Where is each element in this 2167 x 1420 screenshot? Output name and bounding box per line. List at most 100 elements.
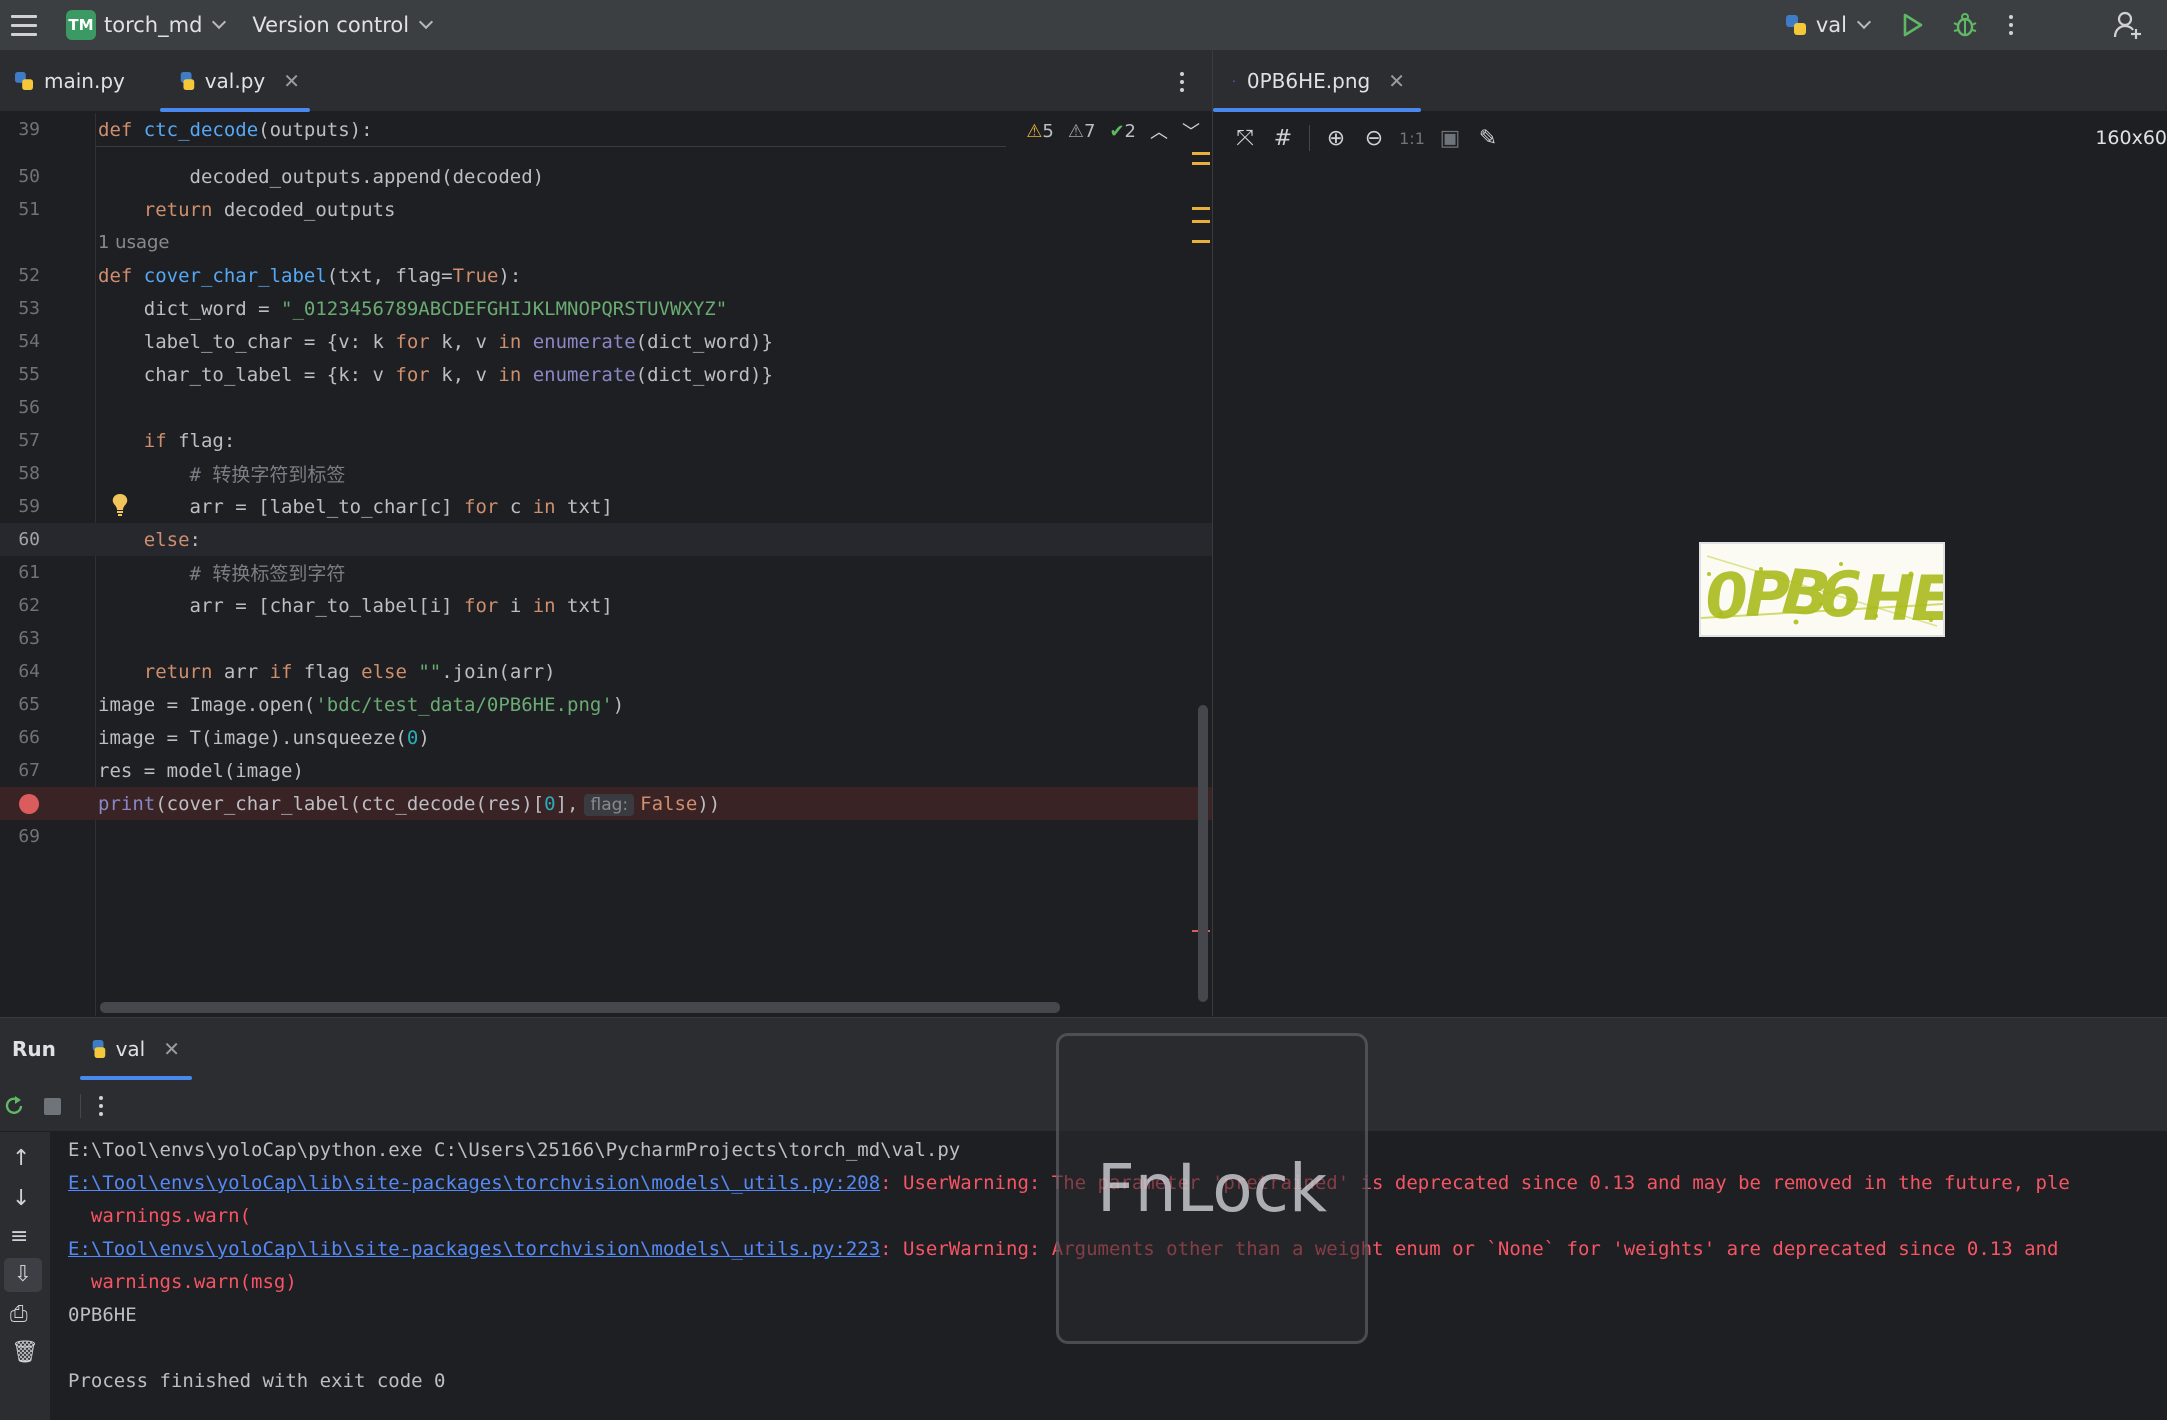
run-title[interactable]: Run: [12, 1037, 56, 1061]
code-line[interactable]: 56: [0, 391, 1212, 424]
keyword: in: [532, 594, 556, 617]
code-line[interactable]: 65 image = Image.open('bdc/test_data/0PB…: [0, 688, 1212, 721]
warning-marker[interactable]: [1192, 162, 1210, 165]
debug-icon[interactable]: [1951, 11, 1979, 39]
add-user-icon[interactable]: [2113, 10, 2143, 40]
more-actions-icon[interactable]: [2009, 15, 2013, 35]
code-line[interactable]: 58 # 转换字符到标签: [0, 457, 1212, 490]
print-icon[interactable]: ⎙: [10, 1302, 28, 1327]
tab-options-icon[interactable]: [1180, 72, 1184, 92]
arrow-down-icon[interactable]: ↓: [12, 1186, 30, 1211]
main-menu-icon[interactable]: [4, 5, 44, 45]
code-line-current[interactable]: 60 else:: [0, 523, 1212, 556]
grid-icon[interactable]: #: [1271, 126, 1295, 151]
code-line[interactable]: 67 res = model(image): [0, 754, 1212, 787]
more-options-icon[interactable]: [99, 1096, 103, 1116]
image-file-icon: [1233, 80, 1235, 82]
tab-run-val[interactable]: val ✕: [80, 1018, 192, 1080]
tab-val-py[interactable]: val.py ✕: [160, 50, 310, 112]
code-line[interactable]: 61 # 转换标签到字符: [0, 556, 1212, 589]
warning-marker[interactable]: [1192, 240, 1210, 243]
zoom-in-icon[interactable]: ⊕: [1324, 126, 1348, 151]
previous-highlight-icon[interactable]: ︿: [1150, 118, 1168, 144]
line-number: 60: [18, 529, 40, 550]
usage-hint-line[interactable]: 1 usage: [0, 226, 1212, 259]
keyword: if: [98, 429, 179, 452]
keyword: in: [498, 330, 522, 353]
python-file-icon: [180, 72, 194, 90]
chevron-down-icon[interactable]: [1856, 14, 1872, 30]
warning-marker[interactable]: [1192, 152, 1210, 155]
color-picker-icon[interactable]: ✎: [1476, 126, 1500, 151]
horizontal-scrollbar[interactable]: [100, 1002, 1060, 1013]
run-side-toolbar: ↑ ↓ ≡ ⇩ ⎙ 🗑: [0, 1132, 50, 1420]
line-number: 51: [18, 199, 40, 220]
project-name[interactable]: torch_md: [104, 13, 202, 37]
breakpoint-icon[interactable]: [19, 793, 39, 814]
next-highlight-icon[interactable]: ﹀: [1182, 118, 1200, 144]
code-line[interactable]: 63: [0, 622, 1212, 655]
chevron-down-icon[interactable]: [419, 14, 434, 30]
code-line[interactable]: 50 decoded_outputs.append(decoded): [0, 160, 1212, 193]
line-number: 66: [18, 727, 40, 748]
tab-image-file[interactable]: 0PB6HE.png ✕: [1213, 50, 1421, 112]
project-badge[interactable]: TM: [66, 10, 96, 40]
tab-main-py[interactable]: main.py: [14, 50, 125, 112]
builtin: enumerate: [521, 330, 636, 353]
close-icon[interactable]: ✕: [283, 69, 300, 93]
code-line[interactable]: 62 arr = [char_to_label[i] for i in txt]: [0, 589, 1212, 622]
file-link[interactable]: E:\Tool\envs\yoloCap\lib\site-packages\t…: [68, 1172, 880, 1194]
run-config-selector[interactable]: val: [1816, 13, 1847, 37]
warning-count[interactable]: ⚠5: [1026, 121, 1054, 142]
arrow-up-icon[interactable]: ↑: [12, 1146, 30, 1171]
usage-hint[interactable]: 1 usage: [98, 232, 170, 253]
chevron-down-icon[interactable]: [212, 14, 227, 30]
weak-warning-count[interactable]: ⚠7: [1068, 121, 1096, 142]
actual-size-icon[interactable]: 1:1: [1399, 126, 1425, 150]
code-text: i: [498, 594, 533, 617]
close-icon[interactable]: ✕: [1388, 69, 1405, 93]
code-line[interactable]: 55 char_to_label = {k: v for k, v in enu…: [0, 358, 1212, 391]
function-name: cover_char_label: [143, 264, 327, 287]
run-icon[interactable]: [1899, 12, 1925, 38]
warning-marker[interactable]: [1192, 207, 1210, 210]
zoom-out-icon[interactable]: ⊖: [1362, 126, 1386, 151]
soft-wrap-icon[interactable]: ≡: [10, 1224, 28, 1249]
vertical-scrollbar[interactable]: [1198, 705, 1208, 1002]
image-toolbar: ⤧ # ⊕ ⊖ 1:1 ▣ ✎ 160x60: [1213, 113, 2167, 163]
scroll-to-end-icon[interactable]: ⇩: [4, 1258, 42, 1292]
version-control-menu[interactable]: Version control: [252, 13, 409, 37]
code-line[interactable]: 53 dict_word = "_0123456789ABCDEFGHIJKLM…: [0, 292, 1212, 325]
rerun-icon[interactable]: [2, 1094, 26, 1118]
console-line: warnings.warn(msg): [68, 1271, 297, 1293]
code-line[interactable]: 64 return arr if flag else "".join(arr): [0, 655, 1212, 688]
code-editor[interactable]: 39 def ctc_decode(outputs): 50 decoded_o…: [0, 113, 1212, 1016]
trash-icon[interactable]: 🗑: [11, 1340, 39, 1365]
fit-window-icon[interactable]: ▣: [1438, 126, 1462, 151]
code-line[interactable]: 52 def cover_char_label(txt, flag=True):: [0, 259, 1212, 292]
string-literal: 'bdc/test_data/0PB6HE.png': [315, 693, 613, 716]
code-line[interactable]: 59 arr = [label_to_char[c] for c in txt]: [0, 490, 1212, 523]
code-line[interactable]: 57 if flag:: [0, 424, 1212, 457]
stop-icon[interactable]: [44, 1098, 61, 1115]
file-link[interactable]: E:\Tool\envs\yoloCap\lib\site-packages\t…: [68, 1238, 880, 1260]
code-line[interactable]: 66 image = T(image).unsqueeze(0): [0, 721, 1212, 754]
keyword: if: [269, 660, 293, 683]
code-line-breakpoint[interactable]: print(cover_char_label(ctc_decode(res)[0…: [0, 787, 1212, 820]
line-number: 54: [18, 331, 40, 352]
code-line[interactable]: 51 return decoded_outputs: [0, 193, 1212, 226]
fit-zoom-icon[interactable]: ⤧: [1233, 126, 1257, 151]
warning-marker[interactable]: [1192, 220, 1210, 223]
inspection-widget[interactable]: ⚠5 ⚠7 ✔2 ︿ ﹀: [1018, 113, 1200, 149]
typo-count[interactable]: ✔2: [1109, 121, 1136, 142]
code-line[interactable]: 54 label_to_char = {v: k for k, v in enu…: [0, 325, 1212, 358]
code-text: ): [418, 726, 430, 749]
code-text: decoded_outputs: [223, 198, 396, 221]
line-number: 57: [18, 430, 40, 451]
line-number: 52: [18, 265, 40, 286]
code-line[interactable]: 69: [0, 820, 1212, 853]
close-icon[interactable]: ✕: [163, 1037, 180, 1061]
code-text: c: [498, 495, 533, 518]
captcha-image: 0 P B 6 H E: [1699, 542, 1945, 637]
tab-label: val.py: [204, 69, 266, 93]
